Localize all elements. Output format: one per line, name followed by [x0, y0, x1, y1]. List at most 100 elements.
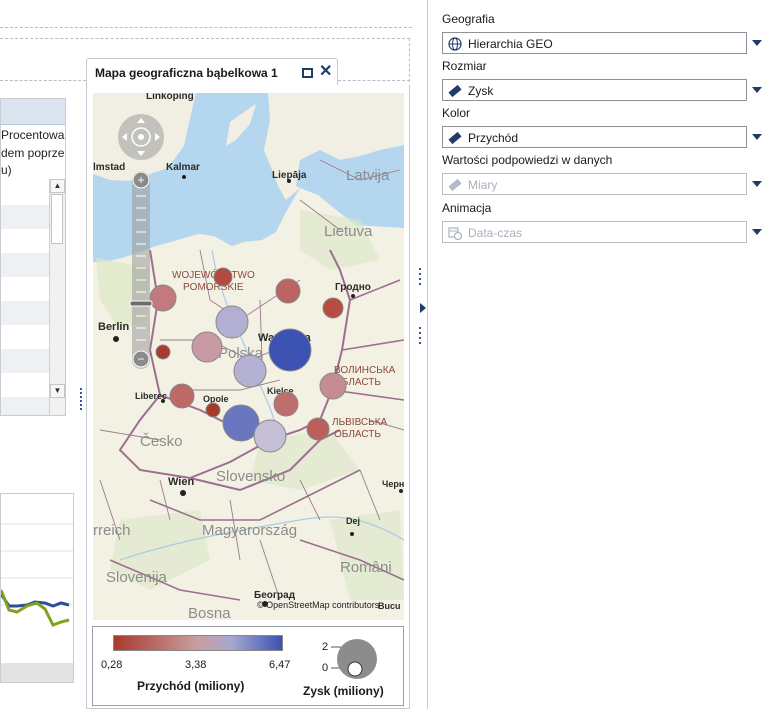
zoom-in-icon: + [137, 173, 144, 187]
color-dropdown-arrow-icon[interactable] [752, 134, 762, 140]
vertical-scrollbar[interactable]: ▲ ▼ [49, 179, 65, 415]
map-label: Magyarország [202, 522, 297, 539]
datatips-select[interactable]: Miary [442, 173, 747, 195]
measure-icon [448, 131, 462, 145]
city-dot [287, 179, 291, 183]
splitter-grip-dot [419, 268, 421, 270]
bubble-marker[interactable] [191, 331, 223, 363]
bubble-marker[interactable] [149, 284, 177, 312]
animation-select[interactable]: Data-czas [442, 221, 747, 243]
bubble-marker[interactable] [273, 391, 299, 417]
map-label: Kalmar [166, 162, 200, 173]
map-label: Berlin [98, 321, 129, 333]
size-value: Zysk [468, 84, 494, 98]
bubble-marker[interactable] [155, 344, 171, 360]
map-label: ОБЛАСТЬ [334, 429, 381, 440]
map-label: ЛЬВІВСЬКА [332, 417, 388, 428]
canvas-divider [0, 27, 412, 28]
bubble-marker[interactable] [268, 328, 312, 372]
city-dot [161, 399, 165, 403]
map-label: Bosna [188, 605, 231, 620]
map-label: rreich [93, 522, 131, 539]
size-label: Rozmiar [442, 59, 487, 73]
bubble-map[interactable]: Linköping lmstad Kalmar Liepāja Latvija … [93, 93, 404, 620]
table-row[interactable] [1, 205, 49, 229]
datatips-value: Miary [468, 178, 498, 192]
close-icon[interactable]: ✕ [319, 62, 332, 82]
zoom-slider-track[interactable] [132, 171, 150, 369]
measure-icon [448, 84, 462, 98]
bubble-marker[interactable] [205, 402, 221, 418]
color-gradient-legend [113, 635, 283, 651]
maximize-icon[interactable] [302, 68, 313, 78]
city-dot [399, 489, 403, 493]
map-label: Români [340, 559, 392, 576]
map-label: Lietuva [324, 223, 373, 240]
map-panel-title: Mapa geograficzna bąbelkowa 1 [95, 66, 278, 80]
crosstab-fragment: Procentowa dem poprze u) ▲ ▼ ▸ [0, 98, 66, 416]
calendar-clock-icon [448, 227, 462, 240]
table-row[interactable] [1, 253, 49, 277]
canvas-drop-zone-line [338, 80, 410, 81]
roles-panel: Geografia Hierarchia GEO Rozmiar Zysk Ko… [428, 0, 774, 709]
bubble-marker[interactable] [213, 267, 233, 287]
table-header-text: Procentowa [1, 128, 65, 142]
color-label: Kolor [442, 106, 471, 120]
size-legend-symbol [331, 639, 377, 679]
table-row[interactable] [1, 277, 49, 301]
bubble-marker[interactable] [306, 417, 330, 441]
map-label: Latvija [346, 167, 390, 184]
map-label: Slovensko [216, 468, 285, 485]
size-legend-max: 2 [322, 641, 329, 653]
scroll-down-button[interactable]: ▼ [50, 384, 65, 398]
table-row[interactable] [1, 373, 49, 397]
animation-value: Data-czas [468, 226, 523, 240]
bubble-marker[interactable] [169, 383, 195, 409]
size-dropdown-arrow-icon[interactable] [752, 87, 762, 93]
left-splitter-grip[interactable] [80, 388, 83, 410]
datatips-dropdown-arrow-icon[interactable] [752, 181, 762, 187]
bubble-marker[interactable] [233, 354, 267, 388]
table-row[interactable] [1, 349, 49, 373]
scroll-up-button[interactable]: ▲ [50, 179, 65, 193]
table-header-text: dem poprze [1, 146, 65, 160]
pane-splitter[interactable] [412, 0, 428, 709]
size-select[interactable]: Zysk [442, 79, 747, 101]
table-row[interactable] [1, 181, 49, 205]
table-row[interactable] [1, 229, 49, 253]
table-row[interactable] [1, 397, 49, 415]
table-header-text: u) [1, 163, 12, 177]
bubble-marker[interactable] [253, 419, 287, 453]
color-legend-title: Przychód (miliony) [137, 679, 245, 693]
zoom-slider-thumb[interactable] [129, 300, 153, 307]
bubble-marker[interactable] [322, 297, 344, 319]
geography-select[interactable]: Hierarchia GEO [442, 32, 747, 54]
size-legend-min: 0 [322, 662, 329, 674]
scroll-thumb[interactable] [51, 194, 63, 244]
zoom-out-icon: − [137, 352, 144, 366]
table-header-bar [1, 99, 65, 125]
color-value: Przychód [468, 131, 519, 145]
city-dot [350, 532, 354, 536]
table-row[interactable] [1, 301, 49, 325]
canvas-drop-zone-top [0, 38, 410, 39]
chart-footer-band [1, 663, 73, 682]
size-legend-small-circle [347, 661, 363, 677]
map-panel-tab[interactable]: Mapa geograficzna bąbelkowa 1 ✕ [86, 58, 338, 86]
line-chart-fragment [0, 493, 74, 683]
bubble-marker[interactable] [319, 372, 347, 400]
table-row[interactable] [1, 325, 49, 349]
bubble-layer [149, 267, 347, 453]
geography-label: Geografia [442, 12, 495, 26]
bubble-marker[interactable] [275, 278, 301, 304]
line-chart-fragment-plot [1, 523, 73, 682]
splitter-grip-dot [419, 332, 421, 334]
geography-dropdown-arrow-icon[interactable] [752, 40, 762, 46]
map-label: Wien [168, 476, 194, 488]
color-select[interactable]: Przychód [442, 126, 747, 148]
animation-dropdown-arrow-icon[interactable] [752, 229, 762, 235]
geography-value: Hierarchia GEO [468, 37, 553, 51]
splitter-grip-dot [419, 273, 421, 275]
bubble-marker[interactable] [215, 305, 249, 339]
collapse-arrow-icon[interactable] [420, 303, 426, 313]
